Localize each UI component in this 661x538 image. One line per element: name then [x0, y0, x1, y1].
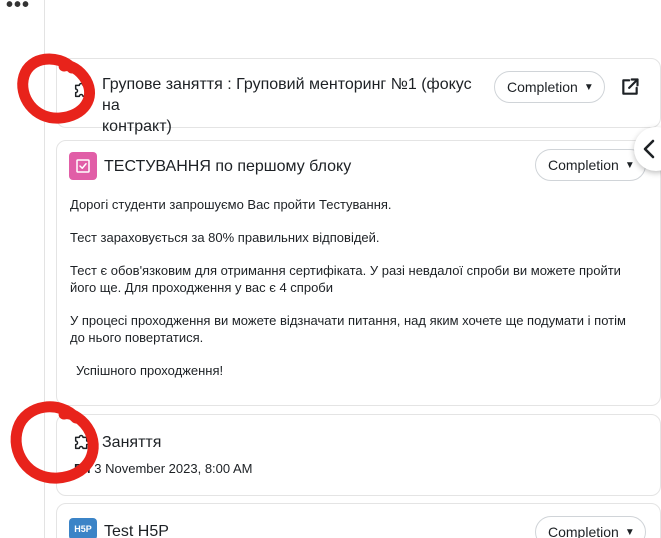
quiz-icon [69, 152, 97, 180]
activity-card-group-mentoring: Групове заняття : Груповий менторинг №1 … [56, 58, 661, 135]
caret-down-icon: ▼ [624, 526, 635, 538]
activity-title-link[interactable]: Заняття [102, 432, 161, 453]
chevron-left-icon [643, 139, 655, 159]
puzzle-icon [69, 75, 97, 103]
description-line: Тест зараховується за 80% правильних від… [70, 230, 380, 245]
course-index-divider [44, 0, 45, 538]
puzzle-icon [69, 427, 97, 455]
activity-title-link[interactable]: Test H5P [104, 521, 169, 538]
activity-title-link[interactable]: ТЕСТУВАННЯ по першому блоку [104, 156, 351, 177]
open-external-icon[interactable] [620, 77, 640, 97]
completion-dropdown-button[interactable]: Completion ▼ [535, 516, 646, 538]
description-line: його ще. Для проходження у вас є 4 спроб… [70, 280, 334, 295]
activity-title-link[interactable]: Групове заняття : Груповий менторинг №1 … [102, 74, 482, 137]
description-line: до нього повертатися. [70, 330, 204, 345]
description-line: Успішного проходження! [76, 363, 224, 378]
description-line: Дорогі студенти запрошуємо Вас пройти Те… [70, 197, 392, 212]
activity-card-h5p: H5P Test H5P Completion ▼ [56, 503, 661, 538]
completion-dropdown-button[interactable]: Completion ▼ [535, 149, 646, 181]
caret-down-icon: ▼ [624, 159, 635, 171]
completion-dropdown-button[interactable]: Completion ▼ [494, 71, 605, 103]
more-actions-icon[interactable]: ••• [6, 0, 30, 17]
caret-down-icon: ▼ [583, 81, 594, 93]
activity-date: Fri 3 November 2023, 8:00 AM [74, 461, 253, 476]
h5p-icon: H5P [69, 518, 97, 538]
activity-card-quiz: ТЕСТУВАННЯ по першому блоку Completion ▼ … [56, 140, 661, 406]
activity-card-meeting: Заняття Fri 3 November 2023, 8:00 AM [56, 414, 661, 496]
